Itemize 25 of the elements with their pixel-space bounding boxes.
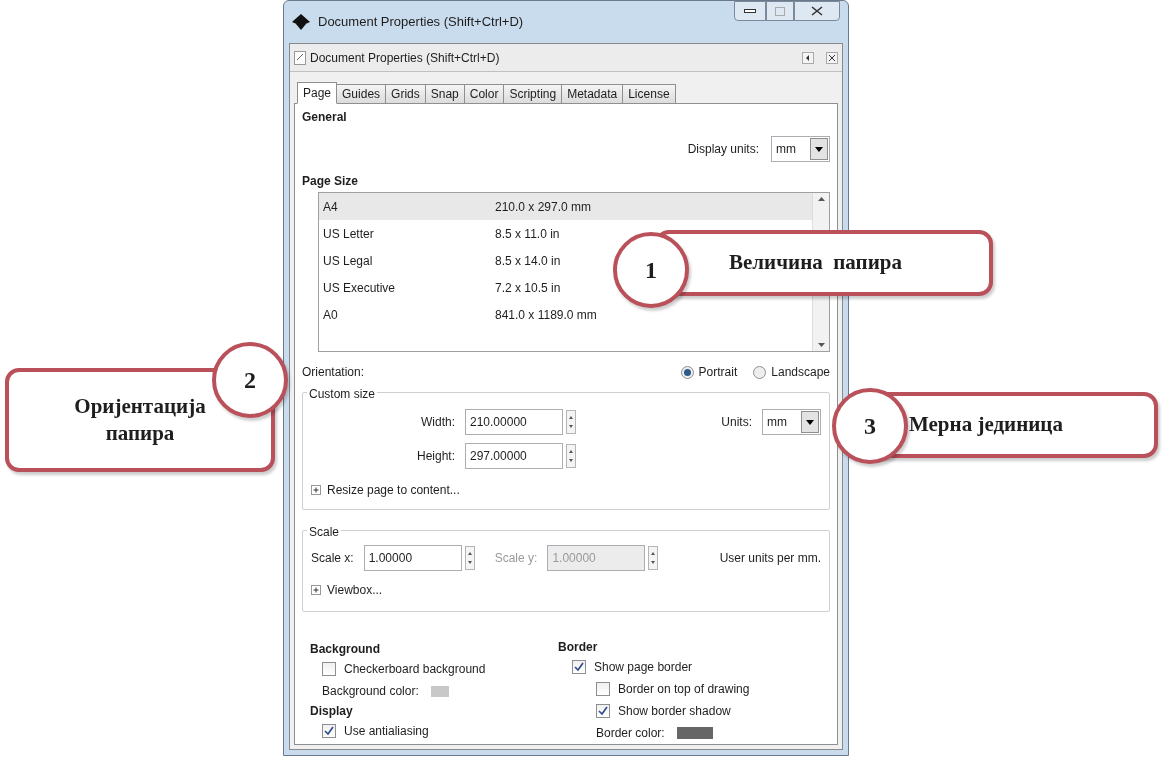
- panel-title: Document Properties (Shift+Ctrl+D): [310, 49, 500, 67]
- callout-number-tooltip: 2: [212, 342, 288, 418]
- field-label: Scale x:: [311, 550, 354, 567]
- section-heading: Background: [310, 641, 381, 658]
- checkbox-label: Checkerboard background: [344, 661, 486, 678]
- window-title: Document Properties (Shift+Ctrl+D): [318, 13, 524, 32]
- field-label: Height:: [415, 448, 456, 465]
- section-heading: Display: [310, 703, 354, 720]
- field-label: Border color:: [596, 725, 665, 742]
- checkbox-label: Use antialiasing: [344, 723, 429, 740]
- checkbox-label: Border on top of drawing: [618, 681, 750, 698]
- checkbox-label: Show border shadow: [618, 703, 731, 720]
- checkbox-label: Show page border: [594, 659, 693, 676]
- field-label: Orientation:: [302, 364, 365, 381]
- radio-label: Landscape: [771, 364, 830, 381]
- radio-label: Portrait: [698, 364, 738, 381]
- field-label: Width:: [420, 414, 456, 431]
- section-heading: Page Size: [302, 173, 360, 190]
- section-heading: General: [302, 109, 348, 126]
- field-label: Units:: [721, 414, 752, 431]
- field-label: Display units:: [687, 141, 759, 158]
- field-label: Background color:: [322, 683, 419, 700]
- field-label: Scale y:: [494, 550, 538, 567]
- section-heading: Border: [558, 639, 599, 656]
- units-note: User units per mm.: [719, 550, 821, 567]
